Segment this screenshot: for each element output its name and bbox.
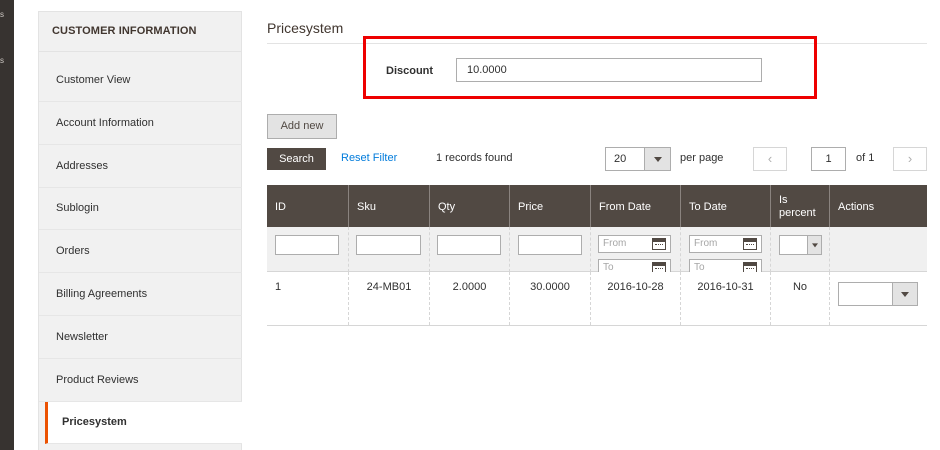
placeholder: From <box>603 238 627 249</box>
column-header-sku[interactable]: Sku <box>349 185 430 227</box>
column-header-is-percent[interactable]: Is percent <box>771 185 830 227</box>
calendar-icon[interactable] <box>743 238 757 250</box>
previous-page-button[interactable]: ‹ <box>753 147 787 171</box>
filter-sku-input[interactable] <box>356 235 421 255</box>
per-page-select[interactable]: 20 <box>605 147 671 171</box>
filter-qty-input[interactable] <box>437 235 501 255</box>
filter-to-date-from[interactable]: From <box>689 235 762 253</box>
sidebar-item-addresses[interactable]: Addresses <box>39 146 242 188</box>
reset-filter-link[interactable]: Reset Filter <box>341 152 397 164</box>
cell-to-date: 2016-10-31 <box>681 272 771 325</box>
filter-is-percent-select[interactable] <box>779 235 822 255</box>
next-page-button[interactable]: › <box>893 147 927 171</box>
menu-fragment: s <box>0 56 4 65</box>
sidebar-item-billing-agreements[interactable]: Billing Agreements <box>39 274 242 316</box>
discount-input[interactable] <box>456 58 762 82</box>
filter-cell <box>430 227 510 272</box>
search-button[interactable]: Search <box>267 148 326 170</box>
customer-information-sidebar: CUSTOMER INFORMATION Customer View Accou… <box>38 11 242 450</box>
sidebar-item-account-information[interactable]: Account Information <box>39 103 242 145</box>
sidebar-item-orders[interactable]: Orders <box>39 231 242 273</box>
column-header-id[interactable]: ID <box>267 185 349 227</box>
filter-cell <box>771 227 830 272</box>
records-found: 1 records found <box>436 152 513 164</box>
per-page-label: per page <box>680 152 724 164</box>
add-new-button[interactable]: Add new <box>267 114 337 139</box>
placeholder: From <box>694 238 718 249</box>
is-percent-line: percent <box>779 207 816 219</box>
cell-qty: 2.0000 <box>430 272 510 325</box>
sidebar-item-customer-view[interactable]: Customer View <box>39 60 242 102</box>
page-count: of 1 <box>856 152 875 164</box>
filter-id-input[interactable] <box>275 235 339 255</box>
cell-from-date: 2016-10-28 <box>591 272 681 325</box>
filter-price-input[interactable] <box>518 235 582 255</box>
filter-cell <box>510 227 591 272</box>
column-header-price[interactable]: Price <box>510 185 591 227</box>
menu-fragment: s <box>0 10 4 19</box>
column-header-qty[interactable]: Qty <box>430 185 510 227</box>
cell-price: 30.0000 <box>510 272 591 325</box>
sidebar-item-product-reviews[interactable]: Product Reviews <box>39 360 242 402</box>
cell-sku: 24-MB01 <box>349 272 430 325</box>
table-row[interactable]: 1 24-MB01 2.0000 30.0000 2016-10-28 2016… <box>267 272 927 326</box>
is-percent-line: Is <box>779 194 788 206</box>
page-number-input[interactable]: 1 <box>811 147 846 171</box>
grid-header: ID Sku Qty Price From Date To Date Is pe… <box>267 185 927 227</box>
admin-menu-bar: s s <box>0 0 14 450</box>
filter-from-date-from[interactable]: From <box>598 235 671 253</box>
filter-cell: From To <box>591 227 681 276</box>
filter-row: From To From To <box>267 227 927 276</box>
calendar-icon[interactable] <box>652 238 666 250</box>
row-actions-select[interactable] <box>838 282 918 306</box>
discount-label: Discount <box>386 65 434 77</box>
cell-is-percent: No <box>771 272 830 325</box>
per-page-value: 20 <box>614 153 627 165</box>
chevron-down-icon <box>644 148 670 170</box>
sidebar-item-sublogin[interactable]: Sublogin <box>39 188 242 230</box>
sidebar-item-pricesystem[interactable]: Pricesystem <box>45 402 242 444</box>
chevron-down-icon <box>807 236 821 254</box>
column-header-actions: Actions <box>838 201 875 213</box>
page-title: Pricesystem <box>267 20 344 36</box>
column-header-to-date[interactable]: To Date <box>681 185 771 227</box>
filter-cell: From To <box>681 227 771 276</box>
filter-cell <box>267 227 349 272</box>
column-header-from-date[interactable]: From Date <box>591 185 681 227</box>
cell-id: 1 <box>267 272 349 325</box>
filter-cell <box>349 227 430 272</box>
chevron-down-icon <box>892 283 917 305</box>
sidebar-item-newsletter[interactable]: Newsletter <box>39 317 242 359</box>
sidebar-title: CUSTOMER INFORMATION <box>39 12 241 52</box>
